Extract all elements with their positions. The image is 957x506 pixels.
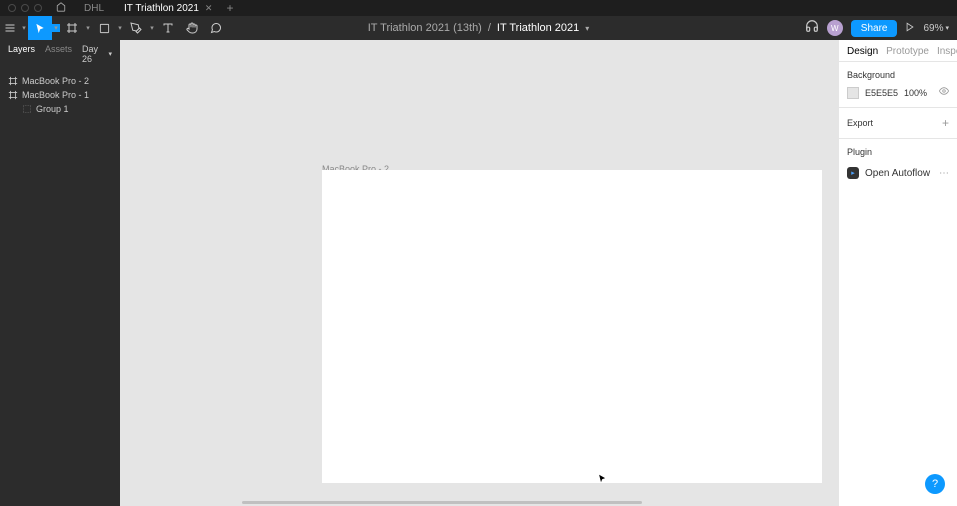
close-tab-icon[interactable]: ✕ xyxy=(205,3,213,14)
group-icon xyxy=(22,104,32,114)
plugin-section: Plugin ▸ Open Autoflow ⋯ xyxy=(839,139,957,191)
layer-item-frame[interactable]: MacBook Pro - 1 xyxy=(0,88,120,102)
right-panel-tabs: Design Prototype Inspect xyxy=(839,40,957,62)
move-tool-button[interactable] xyxy=(28,16,52,40)
export-section: Export + xyxy=(839,108,957,139)
tab-active[interactable]: IT Triathlon 2021 xyxy=(124,3,199,14)
new-tab-button[interactable]: + xyxy=(226,1,233,15)
comment-tool-button[interactable] xyxy=(204,16,228,40)
layer-name: MacBook Pro - 2 xyxy=(22,76,89,86)
zoom-control[interactable]: 69% ▾ xyxy=(923,23,949,34)
tab-inspect[interactable]: Inspect xyxy=(937,46,957,57)
left-panel-tabs: Layers Assets Day 26 ▾ xyxy=(0,40,120,64)
traffic-lights xyxy=(8,4,42,12)
canvas-frame[interactable] xyxy=(322,170,822,483)
frame-tool-dropdown[interactable]: ▾ xyxy=(84,24,92,32)
plugin-name: Open Autoflow xyxy=(865,168,930,179)
background-title: Background xyxy=(847,70,949,80)
layer-item-group[interactable]: Group 1 xyxy=(0,102,120,116)
avatar[interactable]: W xyxy=(827,20,843,36)
color-swatch[interactable] xyxy=(847,87,859,99)
page-selector[interactable]: Day 26 ▾ xyxy=(82,44,112,64)
horizontal-scrollbar[interactable] xyxy=(242,501,642,504)
chevron-down-icon[interactable]: ▾ xyxy=(585,24,589,33)
tab-layers[interactable]: Layers xyxy=(8,44,35,64)
home-icon[interactable] xyxy=(56,0,66,17)
chevron-down-icon: ▾ xyxy=(945,24,949,32)
close-window-button[interactable] xyxy=(8,4,16,12)
layer-name: Group 1 xyxy=(36,104,69,114)
right-panel: Design Prototype Inspect Background E5E5… xyxy=(839,40,957,506)
plugin-title: Plugin xyxy=(847,147,949,157)
layer-item-frame[interactable]: MacBook Pro - 2 xyxy=(0,74,120,88)
menu-dropdown[interactable]: ▾ xyxy=(20,24,28,32)
plugin-row[interactable]: ▸ Open Autoflow ⋯ xyxy=(847,163,949,183)
tab-dhl[interactable]: DHL xyxy=(84,3,104,14)
zoom-value: 69% xyxy=(923,23,943,34)
breadcrumb-project[interactable]: IT Triathlon 2021 (13th) xyxy=(368,22,482,34)
main-menu-button[interactable] xyxy=(0,16,20,40)
plugin-more-icon[interactable]: ⋯ xyxy=(939,168,949,179)
breadcrumb-separator: / xyxy=(488,22,491,34)
headphones-icon[interactable] xyxy=(805,19,819,38)
breadcrumb-current[interactable]: IT Triathlon 2021 xyxy=(497,22,579,34)
shape-tool-dropdown[interactable]: ▾ xyxy=(116,24,124,32)
share-button[interactable]: Share xyxy=(851,20,898,37)
pen-tool-dropdown[interactable]: ▾ xyxy=(148,24,156,32)
tab-prototype[interactable]: Prototype xyxy=(886,46,929,57)
frame-icon xyxy=(8,90,18,100)
background-section: Background E5E5E5 100% xyxy=(839,62,957,108)
minimize-window-button[interactable] xyxy=(21,4,29,12)
opacity-value[interactable]: 100% xyxy=(904,88,927,98)
visibility-toggle-icon[interactable] xyxy=(939,86,949,99)
shape-tool-button[interactable] xyxy=(92,16,116,40)
background-row: E5E5E5 100% xyxy=(847,86,949,99)
move-tool-dropdown[interactable]: ▾ xyxy=(52,24,60,32)
breadcrumb: IT Triathlon 2021 (13th) / IT Triathlon … xyxy=(368,22,590,34)
frame-icon xyxy=(8,76,18,86)
cursor-icon xyxy=(598,474,607,486)
left-panel: Layers Assets Day 26 ▾ MacBook Pro - 2 M… xyxy=(0,40,120,506)
tab-assets[interactable]: Assets xyxy=(45,44,72,64)
present-button[interactable] xyxy=(905,19,915,37)
maximize-window-button[interactable] xyxy=(34,4,42,12)
frame-tool-button[interactable] xyxy=(60,16,84,40)
canvas[interactable]: MacBook Pro - 2 xyxy=(120,40,839,506)
main-area: Layers Assets Day 26 ▾ MacBook Pro - 2 M… xyxy=(0,40,957,506)
text-tool-button[interactable] xyxy=(156,16,180,40)
export-title: Export xyxy=(847,118,873,128)
pen-tool-button[interactable] xyxy=(124,16,148,40)
page-name: Day 26 xyxy=(82,44,106,64)
toolbar: ▾ ▾ ▾ ▾ ▾ IT Triathlon 2021 (13th) / IT … xyxy=(0,16,957,40)
add-export-button[interactable]: + xyxy=(942,116,949,130)
help-button[interactable]: ? xyxy=(925,474,945,494)
hex-value[interactable]: E5E5E5 xyxy=(865,88,898,98)
tab-design[interactable]: Design xyxy=(847,46,878,57)
chevron-down-icon: ▾ xyxy=(108,50,112,58)
titlebar: DHL IT Triathlon 2021 ✕ + xyxy=(0,0,957,16)
hand-tool-button[interactable] xyxy=(180,16,204,40)
plugin-icon: ▸ xyxy=(847,167,859,179)
layers-list: MacBook Pro - 2 MacBook Pro - 1 Group 1 xyxy=(0,74,120,116)
layer-name: MacBook Pro - 1 xyxy=(22,90,89,100)
